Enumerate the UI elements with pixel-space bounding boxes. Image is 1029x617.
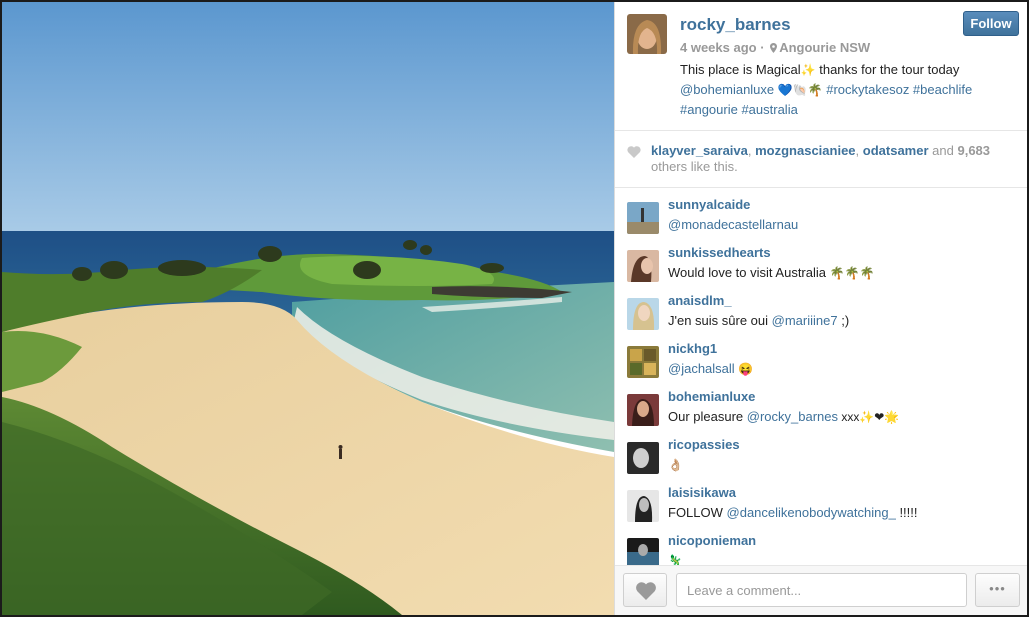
avatar[interactable] — [627, 298, 659, 330]
comment-item: ricopassies 👌🏼 — [627, 436, 1017, 480]
location-pin-icon — [770, 41, 778, 53]
avatar[interactable] — [627, 442, 659, 474]
more-options-button[interactable]: ••• — [975, 573, 1020, 607]
comment-text: @monadecastellarnau — [668, 217, 798, 232]
avatar[interactable] — [627, 490, 659, 522]
comment-mention-link[interactable]: @rocky_barnes — [747, 409, 838, 424]
likes-suffix: others like this. — [651, 159, 738, 174]
avatar[interactable] — [627, 202, 659, 234]
comment-item: laisisikawa FOLLOW @dancelikenobodywatch… — [627, 484, 1017, 528]
post-modal: rocky_barnes Follow 4 weeks ago · Angour… — [2, 2, 1027, 615]
comment-text: J'en suis sûre oui @mariiine7 ;) — [668, 313, 850, 328]
comment-username[interactable]: sunkissedhearts — [668, 245, 771, 260]
likes-text: klayver_saraiva, mozgnascianiee, odatsam… — [651, 143, 991, 174]
post-location[interactable]: Angourie NSW — [779, 40, 870, 55]
post-sidebar: rocky_barnes Follow 4 weeks ago · Angour… — [614, 2, 1027, 615]
caption-emoji: ✨ — [800, 63, 816, 77]
comment-text: 👌🏼 — [668, 458, 683, 472]
likes-and: and — [932, 143, 954, 158]
comment-item: bohemianluxe Our pleasure @rocky_barnes … — [627, 388, 1017, 432]
post-photo[interactable] — [2, 2, 614, 615]
comment-item: sunnyalcaide @monadecastellarnau — [627, 196, 1017, 240]
post-meta: 4 weeks ago · Angourie NSW — [680, 40, 870, 55]
post-header: rocky_barnes Follow 4 weeks ago · Angour… — [615, 2, 1027, 131]
caption-emojis: 💙🐚🌴 — [777, 83, 823, 97]
meta-separator: · — [760, 40, 765, 55]
comment-input[interactable] — [676, 573, 967, 607]
follow-button[interactable]: Follow — [963, 11, 1019, 36]
liker-link[interactable]: mozgnascianiee — [755, 143, 855, 158]
comment-username[interactable]: laisisikawa — [668, 485, 736, 500]
comment-text: Our pleasure @rocky_barnes xxx✨❤🌟 — [668, 409, 900, 424]
avatar[interactable] — [627, 394, 659, 426]
post-caption: This place is Magical✨ thanks for the to… — [680, 60, 1015, 120]
comment-item: anaisdlm_ J'en suis sûre oui @mariiine7 … — [627, 292, 1017, 336]
comment-username[interactable]: ricopassies — [668, 437, 740, 452]
comment-item: sunkissedhearts Would love to visit Aust… — [627, 244, 1017, 288]
likes-section: klayver_saraiva, mozgnascianiee, odatsam… — [615, 131, 1027, 188]
like-button[interactable] — [623, 573, 667, 607]
avatar[interactable] — [627, 538, 659, 565]
comment-text: Would love to visit Australia 🌴🌴🌴 — [668, 265, 875, 280]
liker-link[interactable]: klayver_saraiva — [651, 143, 748, 158]
comment-text: @jachalsall 😝 — [668, 361, 753, 376]
heart-icon — [636, 582, 656, 600]
ellipsis-icon: ••• — [989, 581, 1006, 596]
caption-text-2: thanks for the tour today — [815, 62, 960, 77]
comment-username[interactable]: nicoponieman — [668, 533, 756, 548]
comment-username[interactable]: sunnyalcaide — [668, 197, 750, 212]
comment-mention-link[interactable]: @dancelikenobodywatching_ — [727, 505, 896, 520]
comment-footer: ••• — [615, 565, 1027, 615]
comment-text: FOLLOW @dancelikenobodywatching_ !!!!! — [668, 505, 918, 520]
comment-mention-link[interactable]: @monadecastellarnau — [668, 217, 798, 232]
comment-mention-link[interactable]: @jachalsall — [668, 361, 735, 376]
avatar[interactable] — [627, 250, 659, 282]
caption-text: This place is Magical — [680, 62, 801, 77]
likes-count[interactable]: 9,683 — [957, 143, 990, 158]
comment-text: 🦎 — [668, 554, 683, 565]
comment-item: nicoponieman 🦎 — [627, 532, 1017, 565]
post-time[interactable]: 4 weeks ago — [680, 40, 757, 55]
avatar[interactable] — [627, 346, 659, 378]
comment-username[interactable]: anaisdlm_ — [668, 293, 732, 308]
comments-list[interactable]: sunnyalcaide @monadecastellarnau sunkiss… — [615, 188, 1027, 565]
beach-photo-image — [2, 2, 614, 615]
post-username[interactable]: rocky_barnes — [680, 15, 791, 35]
comment-mention-link[interactable]: @mariiine7 — [772, 313, 838, 328]
comment-username[interactable]: nickhg1 — [668, 341, 717, 356]
heart-icon — [627, 145, 641, 163]
liker-link[interactable]: odatsamer — [863, 143, 929, 158]
avatar[interactable] — [627, 14, 667, 54]
caption-mention-link[interactable]: @bohemianluxe — [680, 82, 774, 97]
comment-item: nickhg1 @jachalsall 😝 — [627, 340, 1017, 384]
comment-username[interactable]: bohemianluxe — [668, 389, 755, 404]
